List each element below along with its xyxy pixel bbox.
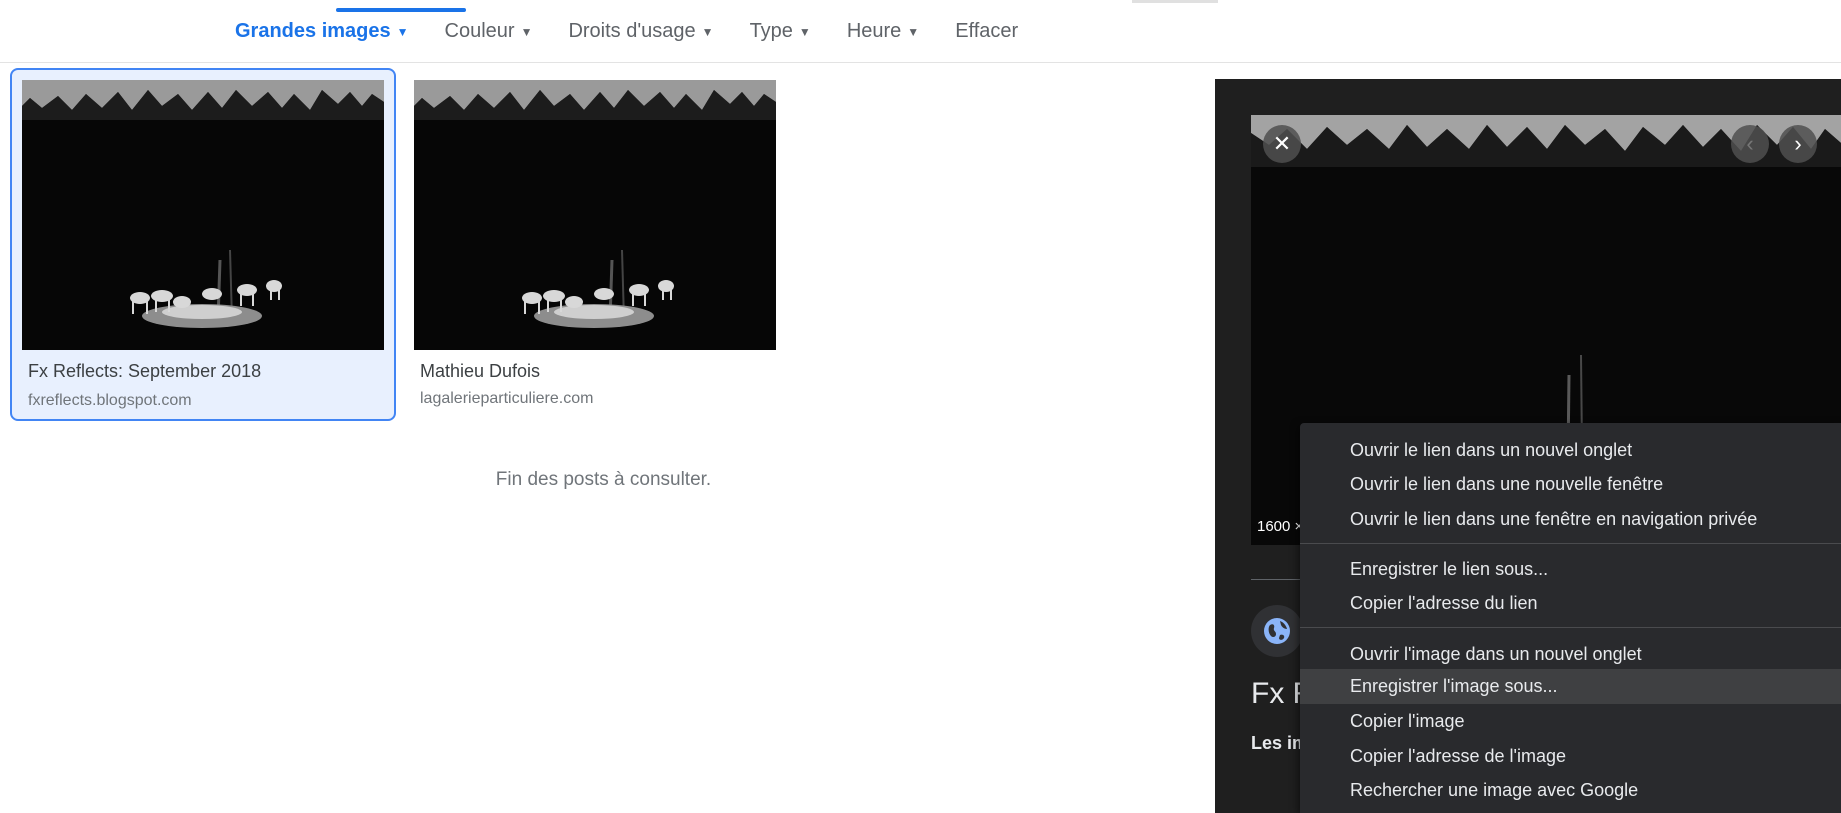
globe-icon — [1264, 618, 1290, 644]
result-thumbnail[interactable] — [414, 80, 776, 350]
filter-list: Grandes images ▼ Couleur ▼ Droits d'usag… — [235, 20, 1054, 43]
caret-down-icon: ▼ — [701, 24, 714, 39]
filter-type[interactable]: Type ▼ — [750, 20, 811, 43]
filter-label: Couleur — [444, 20, 515, 42]
result-source[interactable]: lagalerieparticuliere.com — [420, 390, 593, 408]
menu-save-image-as[interactable]: Enregistrer l'image sous... — [1300, 669, 1841, 704]
menu-copy-image-address[interactable]: Copier l'adresse de l'image — [1300, 739, 1841, 774]
filter-label: Effacer — [955, 20, 1019, 42]
image-result-card[interactable]: Fx Reflects: September 2018 fxreflects.b… — [10, 68, 396, 421]
chevron-right-icon[interactable]: › — [1779, 125, 1817, 163]
caret-down-icon: ▼ — [520, 24, 533, 39]
filter-color[interactable]: Couleur ▼ — [445, 20, 533, 43]
chevron-left-icon[interactable]: ‹ — [1731, 125, 1769, 163]
menu-copy-link-address[interactable]: Copier l'adresse du lien — [1300, 586, 1841, 621]
result-title[interactable]: Mathieu Dufois — [420, 361, 540, 382]
menu-open-image-new-tab[interactable]: Ouvrir l'image dans un nouvel onglet — [1300, 637, 1841, 672]
image-dimensions: 1600 × — [1257, 518, 1304, 535]
scroll-indicator — [1132, 0, 1218, 3]
clear-filters-button[interactable]: Effacer — [955, 20, 1018, 43]
filter-usage-rights[interactable]: Droits d'usage ▼ — [568, 20, 713, 43]
filter-label: Droits d'usage — [568, 20, 696, 42]
menu-copy-image[interactable]: Copier l'image — [1300, 704, 1841, 739]
close-icon[interactable]: ✕ — [1263, 125, 1301, 163]
menu-separator — [1300, 543, 1841, 544]
filter-time[interactable]: Heure ▼ — [847, 20, 919, 43]
menu-open-link-new-tab[interactable]: Ouvrir le lien dans un nouvel onglet — [1300, 433, 1841, 468]
filter-toolbar: Grandes images ▼ Couleur ▼ Droits d'usag… — [0, 0, 1841, 63]
filter-large-images[interactable]: Grandes images ▼ — [235, 20, 409, 43]
context-menu: Ouvrir le lien dans un nouvel onglet Ouv… — [1300, 423, 1841, 813]
image-result-card[interactable]: Mathieu Dufois lagalerieparticuliere.com — [414, 68, 776, 421]
filter-label: Type — [749, 20, 793, 42]
end-of-results-note: Fin des posts à consulter. — [495, 469, 712, 490]
menu-open-link-new-window[interactable]: Ouvrir le lien dans une nouvelle fenêtre — [1300, 467, 1841, 502]
caret-down-icon: ▼ — [798, 24, 811, 39]
site-favicon[interactable] — [1251, 605, 1303, 657]
filter-label: Heure — [846, 20, 902, 42]
active-tab-indicator — [336, 8, 466, 12]
result-title[interactable]: Fx Reflects: September 2018 — [28, 361, 261, 382]
menu-open-link-incognito[interactable]: Ouvrir le lien dans une fenêtre en navig… — [1300, 502, 1841, 537]
result-thumbnail[interactable] — [22, 80, 384, 350]
menu-search-image-google[interactable]: Rechercher une image avec Google — [1300, 773, 1841, 808]
caret-down-icon: ▼ — [907, 24, 920, 39]
menu-save-link-as[interactable]: Enregistrer le lien sous... — [1300, 552, 1841, 587]
result-source[interactable]: fxreflects.blogspot.com — [28, 392, 192, 410]
caret-down-icon: ▼ — [396, 24, 409, 39]
menu-separator — [1300, 627, 1841, 628]
filter-label: Grandes images — [235, 20, 391, 42]
